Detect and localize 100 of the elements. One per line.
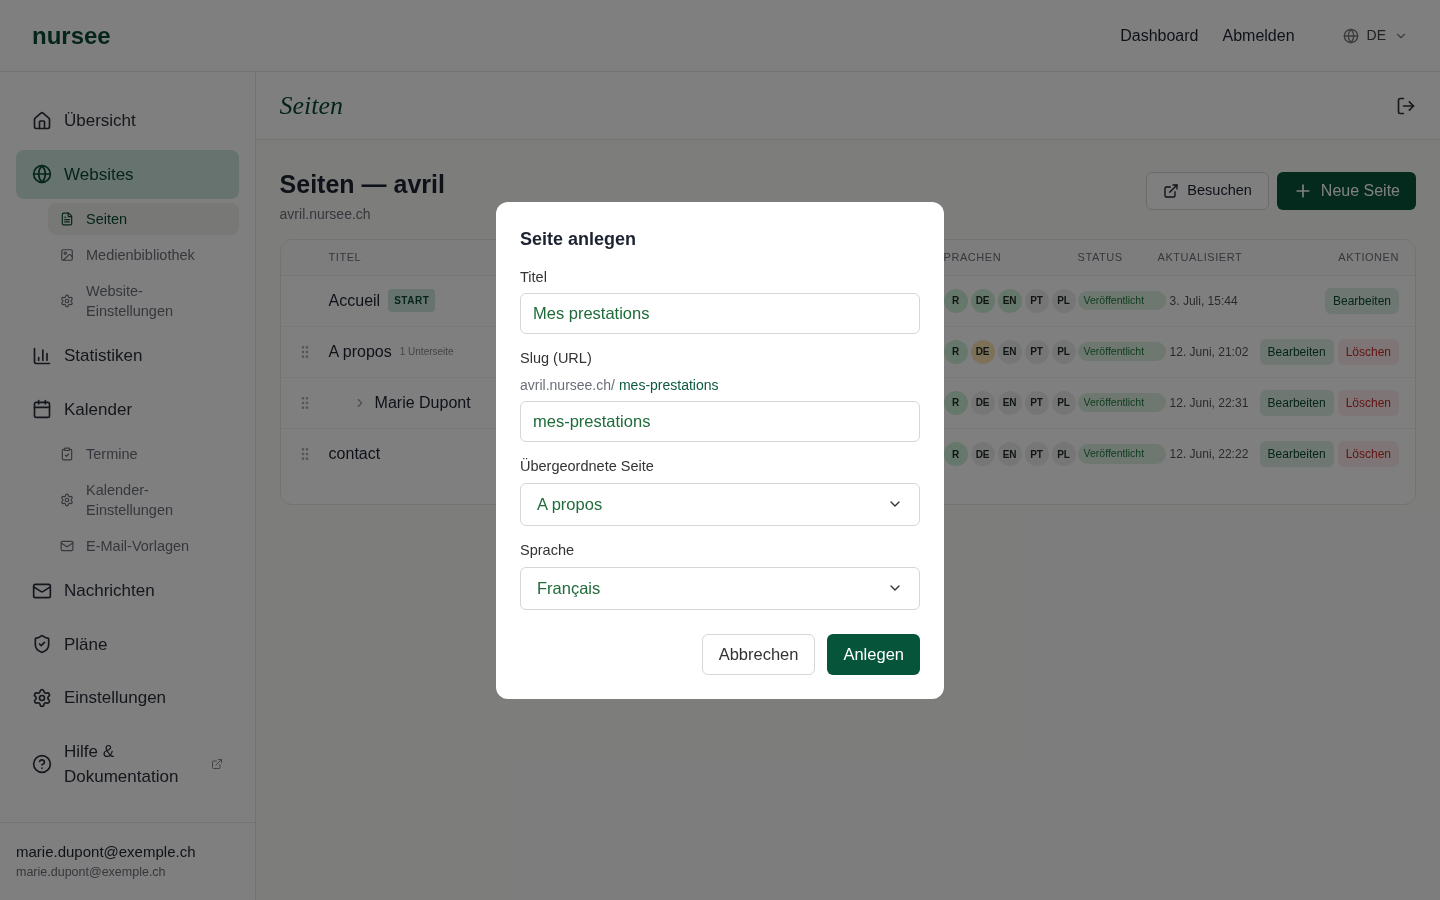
slug-preview: mes-prestations bbox=[618, 376, 719, 395]
nav-link[interactable]: Abmelden bbox=[1222, 23, 1295, 48]
column-header: STATUS bbox=[1077, 249, 1124, 265]
image-icon bbox=[60, 248, 74, 262]
logout-icon[interactable] bbox=[1396, 95, 1416, 116]
sidebar-subitem[interactable]: Termine bbox=[48, 438, 239, 470]
delete-button[interactable]: Löschen bbox=[1337, 389, 1399, 416]
clipboard-icon bbox=[60, 447, 74, 461]
sidebar-subitem[interactable]: E-Mail-Vorlagen bbox=[48, 530, 239, 562]
language-chip: PT bbox=[1024, 339, 1049, 364]
status-badge: Veröffentlicht bbox=[1077, 290, 1166, 311]
text-input[interactable]: mes-prestations bbox=[520, 401, 920, 442]
page-title-cell[interactable]: Marie Dupont bbox=[374, 390, 471, 415]
external-link-icon bbox=[210, 758, 223, 770]
language-chip: PL bbox=[1051, 288, 1076, 313]
visit-button[interactable]: Besuchen bbox=[1146, 172, 1269, 210]
status-badge: Veröffentlicht bbox=[1077, 444, 1166, 464]
domain-text: avril.nursee.ch bbox=[279, 204, 372, 224]
settings-icon bbox=[32, 687, 52, 708]
start-badge: START bbox=[388, 289, 436, 312]
language-chip: EN bbox=[997, 442, 1022, 466]
language-selector[interactable]: DE bbox=[1342, 25, 1408, 46]
subpage-count: 1 Unterseite bbox=[399, 345, 454, 359]
create-button[interactable]: Anlegen bbox=[827, 633, 920, 675]
column-header: AKTUALISIERT bbox=[1157, 249, 1244, 265]
field-label: Slug (URL) bbox=[520, 349, 593, 369]
language-chip: PL bbox=[1051, 390, 1076, 415]
user-name: marie.dupont@exemple.ch bbox=[16, 841, 197, 862]
page-title-cell[interactable]: A propos bbox=[328, 339, 392, 364]
user-email: marie.dupont@exemple.ch bbox=[16, 864, 167, 882]
sidebar-item[interactable]: Einstellungen bbox=[16, 673, 239, 723]
edit-button[interactable]: Bearbeiten bbox=[1259, 389, 1334, 416]
sidebar-subitem[interactable]: Medienbibliothek bbox=[48, 239, 239, 271]
sidebar-subitem[interactable]: Kalender-Einstellungen bbox=[48, 474, 239, 526]
sidebar-item[interactable]: Statistiken bbox=[16, 331, 239, 381]
logo[interactable]: nursee bbox=[32, 17, 111, 54]
dialog-title: Seite anlegen bbox=[520, 227, 638, 251]
settings-icon bbox=[60, 294, 74, 308]
language-chip: R bbox=[943, 288, 968, 313]
select-field[interactable]: A propos bbox=[520, 482, 920, 526]
language-chip: R bbox=[943, 442, 968, 466]
language-chip: DE bbox=[970, 442, 995, 466]
language-chip: DE bbox=[970, 390, 995, 415]
language-chip: EN bbox=[997, 390, 1022, 415]
bar-chart-icon bbox=[32, 345, 52, 366]
language-chip: PT bbox=[1024, 390, 1049, 415]
sidebar-subitem[interactable]: Seiten bbox=[48, 203, 239, 235]
globe-icon bbox=[32, 164, 52, 185]
page-title-cell[interactable]: Accueil bbox=[328, 288, 381, 313]
column-header: PRACHEN bbox=[943, 249, 1003, 265]
edit-button[interactable]: Bearbeiten bbox=[1259, 338, 1334, 365]
external-link-icon bbox=[1163, 183, 1180, 199]
language-chip: EN bbox=[997, 339, 1022, 364]
language-chip: DE bbox=[970, 288, 995, 313]
field-label: Sprache bbox=[520, 540, 575, 560]
nav-link[interactable]: Dashboard bbox=[1120, 23, 1199, 48]
language-chip: PT bbox=[1024, 442, 1049, 466]
language-chip: PT bbox=[1024, 288, 1049, 313]
home-icon bbox=[32, 110, 52, 131]
sidebar-item[interactable]: Hilfe & Dokumentation bbox=[16, 726, 239, 802]
column-header: AKTIONEN bbox=[1338, 249, 1400, 265]
field-label: Titel bbox=[520, 267, 548, 287]
updated-cell-text: 12. Juni, 21:02 bbox=[1169, 343, 1250, 361]
url-prefix: avril.nursee.ch/ bbox=[520, 376, 615, 395]
edit-button[interactable]: Bearbeiten bbox=[1324, 287, 1399, 314]
document-icon bbox=[60, 212, 74, 226]
help-icon bbox=[32, 754, 52, 774]
edit-button[interactable]: Bearbeiten bbox=[1259, 441, 1334, 467]
sidebar-subitem[interactable]: Website-Einstellungen bbox=[48, 275, 239, 327]
calendar-icon bbox=[32, 399, 52, 420]
language-chip: DE bbox=[970, 339, 995, 364]
section-title: Seiten bbox=[279, 90, 344, 122]
language-chip: PL bbox=[1051, 442, 1076, 466]
language-chip: PL bbox=[1051, 339, 1076, 364]
sidebar-item[interactable]: Kalender bbox=[16, 384, 239, 434]
language-chip: R bbox=[943, 390, 968, 415]
language-chip: R bbox=[943, 339, 968, 364]
select-field[interactable]: Français bbox=[520, 566, 920, 610]
page-title: Seiten — avril bbox=[279, 169, 445, 200]
envelope-icon bbox=[60, 539, 74, 553]
sidebar-item[interactable]: Websites bbox=[16, 149, 239, 199]
column-header: TITEL bbox=[327, 249, 363, 265]
status-badge: Veröffentlicht bbox=[1077, 341, 1166, 362]
settings-icon bbox=[60, 493, 74, 507]
delete-button[interactable]: Löschen bbox=[1337, 441, 1399, 467]
new-page-button[interactable]: Neue Seite bbox=[1276, 172, 1416, 210]
status-badge: Veröffentlicht bbox=[1077, 392, 1166, 413]
delete-button[interactable]: Löschen bbox=[1337, 338, 1399, 365]
sidebar-item[interactable]: Pläne bbox=[16, 619, 239, 669]
page-title-cell[interactable]: contact bbox=[328, 442, 381, 466]
language-chip: EN bbox=[997, 288, 1022, 313]
cancel-button[interactable]: Abbrechen bbox=[701, 633, 816, 675]
field-label: Übergeordnete Seite bbox=[520, 457, 655, 476]
text-input[interactable]: Mes prestations bbox=[520, 293, 920, 335]
updated-cell-text: 12. Juni, 22:31 bbox=[1169, 394, 1250, 412]
updated-cell-text: 3. Juli, 15:44 bbox=[1169, 292, 1239, 310]
globe-icon bbox=[1342, 27, 1359, 44]
sidebar-item[interactable]: Nachrichten bbox=[16, 566, 239, 616]
sidebar-item[interactable]: Übersicht bbox=[16, 96, 239, 146]
shield-check-icon bbox=[32, 634, 52, 655]
